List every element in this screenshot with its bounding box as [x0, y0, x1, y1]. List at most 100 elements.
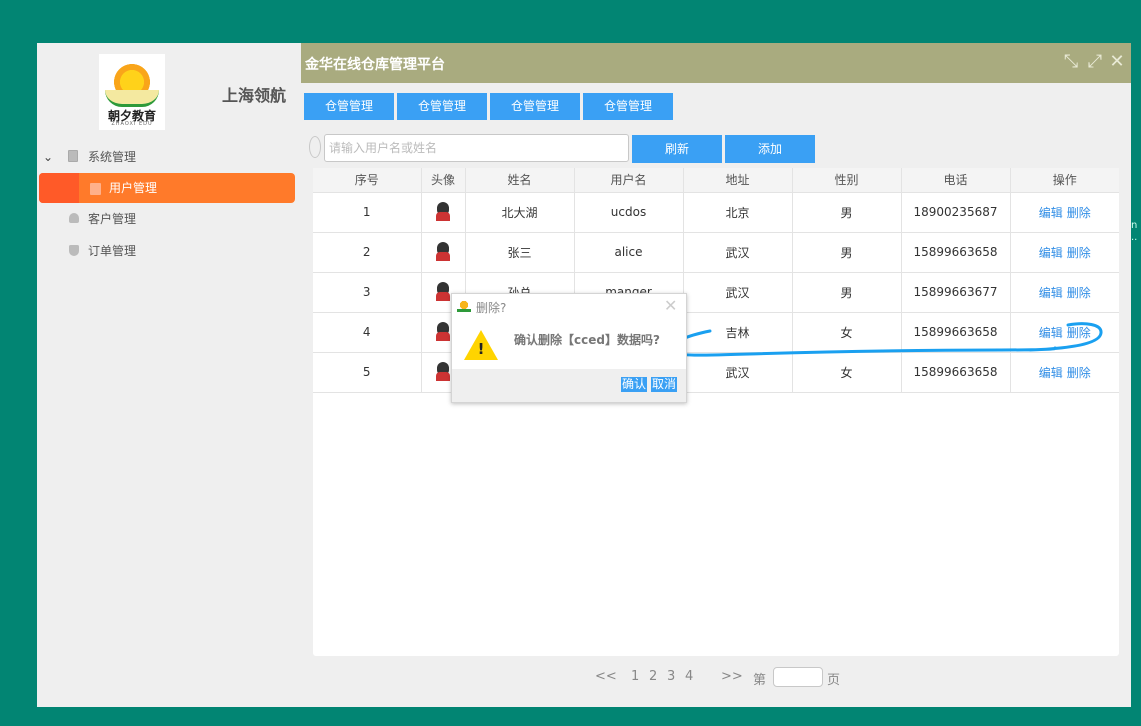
cell-phone: 15899663658	[901, 351, 1011, 393]
column-header: 地址	[683, 168, 793, 192]
search-row: 刷新 添加	[309, 134, 1129, 163]
sidebar-item-label: 订单管理	[88, 244, 137, 258]
cell-phone: 18900235687	[901, 191, 1011, 232]
close-icon[interactable]: ✕	[1107, 52, 1127, 72]
delete-link[interactable]: 删除	[1067, 326, 1091, 340]
table-row: 4 吉林 女 15899663658 编辑 删除	[313, 311, 1119, 352]
page-number-input[interactable]	[773, 667, 823, 687]
menu-group-label: 系统管理	[88, 150, 137, 164]
next-page-button[interactable]: >>	[721, 669, 743, 684]
logo: 朝夕教育 ZHAOXI EDU	[99, 54, 165, 130]
table-row: 5 武汉 女 15899663658 编辑 删除	[313, 351, 1119, 393]
sidebar: 朝夕教育 ZHAOXI EDU 上海领航 ⌄ 系统管理 用户管理 客户管理 订单…	[37, 43, 301, 707]
doc-icon	[90, 183, 101, 195]
avatar	[434, 242, 452, 262]
column-header: 姓名	[465, 168, 575, 192]
table-row: 2 张三 alice 武汉 男 15899663658 编辑 删除	[313, 231, 1119, 272]
tab-warehouse-2[interactable]: 仓管管理	[397, 93, 487, 120]
title-bar: 金华在线仓库管理平台 ⤡ ⤢ ✕	[301, 43, 1131, 83]
cell-username: alice	[574, 231, 684, 272]
cell-no: 5	[313, 351, 422, 393]
edit-link[interactable]: 编辑	[1039, 206, 1063, 220]
dialog-message: 确认删除【cced】数据吗?	[514, 333, 660, 347]
cell-phone: 15899663658	[901, 311, 1011, 352]
cell-no: 2	[313, 231, 422, 272]
page-link-4[interactable]: 4	[685, 669, 693, 684]
refresh-button[interactable]: 刷新	[632, 135, 722, 163]
edge-text: n ..	[1131, 220, 1138, 243]
main-panel: 金华在线仓库管理平台 ⤡ ⤢ ✕ 仓管管理 仓管管理 仓管管理 仓管管理 刷新 …	[301, 43, 1131, 707]
cell-no: 4	[313, 311, 422, 352]
edit-link[interactable]: 编辑	[1039, 326, 1063, 340]
cancel-button[interactable]: 取消	[651, 377, 678, 392]
avatar	[434, 322, 452, 342]
page-link-1[interactable]: 1	[631, 669, 639, 684]
maximize-icon[interactable]: ⤢	[1085, 52, 1105, 72]
search-input[interactable]	[324, 134, 629, 162]
book-logo-icon	[105, 90, 159, 107]
column-header: 序号	[313, 168, 422, 192]
minimize-icon[interactable]: ⤡	[1061, 52, 1081, 72]
cell-address: 武汉	[683, 231, 793, 272]
app-logo-icon	[457, 299, 471, 312]
sidebar-item-customers[interactable]: 客户管理	[37, 203, 301, 235]
sidebar-item-label: 用户管理	[109, 181, 158, 195]
table-row: 3 孙总 manger 武汉 男 15899663677 编辑删除	[313, 271, 1119, 312]
sidebar-item-orders[interactable]: 订单管理	[37, 235, 301, 267]
cell-address: 武汉	[683, 271, 793, 312]
goto-prefix: 第	[753, 673, 767, 688]
column-header: 用户名	[574, 168, 684, 192]
tab-warehouse-1[interactable]: 仓管管理	[304, 93, 394, 120]
sidebar-item-users[interactable]: 用户管理	[37, 171, 301, 203]
page-link-2[interactable]: 2	[649, 669, 657, 684]
page-link-3[interactable]: 3	[667, 669, 675, 684]
dialog-header: 删除? ✕	[452, 294, 686, 318]
edit-link[interactable]: 编辑	[1039, 286, 1063, 300]
confirm-button[interactable]: 确认	[621, 377, 648, 392]
cell-gender: 男	[792, 231, 902, 272]
column-header: 电话	[901, 168, 1011, 192]
user-table-container: 序号 头像 姓名 用户名 地址 性别 电话 操作 1 北大湖 ucdos 北京 …	[313, 168, 1119, 656]
cell-no: 1	[313, 191, 422, 232]
user-table: 序号 头像 姓名 用户名 地址 性别 电话 操作 1 北大湖 ucdos 北京 …	[313, 168, 1119, 393]
column-header: 操作	[1010, 168, 1119, 192]
column-header: 性别	[792, 168, 902, 192]
edit-link[interactable]: 编辑	[1039, 246, 1063, 260]
table-header-row: 序号 头像 姓名 用户名 地址 性别 电话 操作	[313, 168, 1119, 192]
doc-icon	[68, 150, 78, 162]
table-row: 1 北大湖 ucdos 北京 男 18900235687 编辑 删除	[313, 191, 1119, 232]
column-header: 头像	[421, 168, 466, 192]
sidebar-menu: ⌄ 系统管理 用户管理 客户管理 订单管理	[37, 143, 301, 267]
dialog-title: 删除?	[476, 301, 507, 315]
logo-subtext: ZHAOXI EDU	[111, 121, 153, 127]
cell-address: 武汉	[683, 351, 793, 393]
cell-phone: 15899663658	[901, 231, 1011, 272]
avatar	[434, 362, 452, 382]
cell-gender: 女	[792, 351, 902, 393]
person-icon	[69, 213, 79, 223]
delete-link[interactable]: 删除	[1067, 246, 1091, 260]
cell-address: 吉林	[683, 311, 793, 352]
avatar	[434, 282, 452, 302]
cell-username: ucdos	[574, 191, 684, 232]
tab-warehouse-4[interactable]: 仓管管理	[583, 93, 673, 120]
delete-link[interactable]: 删除	[1067, 286, 1091, 300]
delete-confirm-dialog: 删除? ✕ ! 确认删除【cced】数据吗? 确认 取消	[451, 293, 687, 403]
search-icon	[309, 136, 321, 158]
edit-link[interactable]: 编辑	[1039, 366, 1063, 380]
prev-page-button[interactable]: <<	[595, 669, 617, 684]
cell-gender: 男	[792, 271, 902, 312]
cell-name: 北大湖	[465, 191, 575, 232]
shield-icon	[69, 245, 79, 256]
close-icon[interactable]: ✕	[664, 296, 677, 315]
goto-suffix: 页	[827, 673, 841, 688]
delete-link[interactable]: 删除	[1067, 206, 1091, 220]
cell-gender: 男	[792, 191, 902, 232]
delete-link[interactable]: 删除	[1067, 366, 1091, 380]
tab-warehouse-3[interactable]: 仓管管理	[490, 93, 580, 120]
add-button[interactable]: 添加	[725, 135, 815, 163]
page-title: 金华在线仓库管理平台	[305, 57, 445, 73]
cell-phone: 15899663677	[901, 271, 1011, 312]
cell-no: 3	[313, 271, 422, 312]
menu-group-system[interactable]: ⌄ 系统管理	[37, 143, 301, 171]
